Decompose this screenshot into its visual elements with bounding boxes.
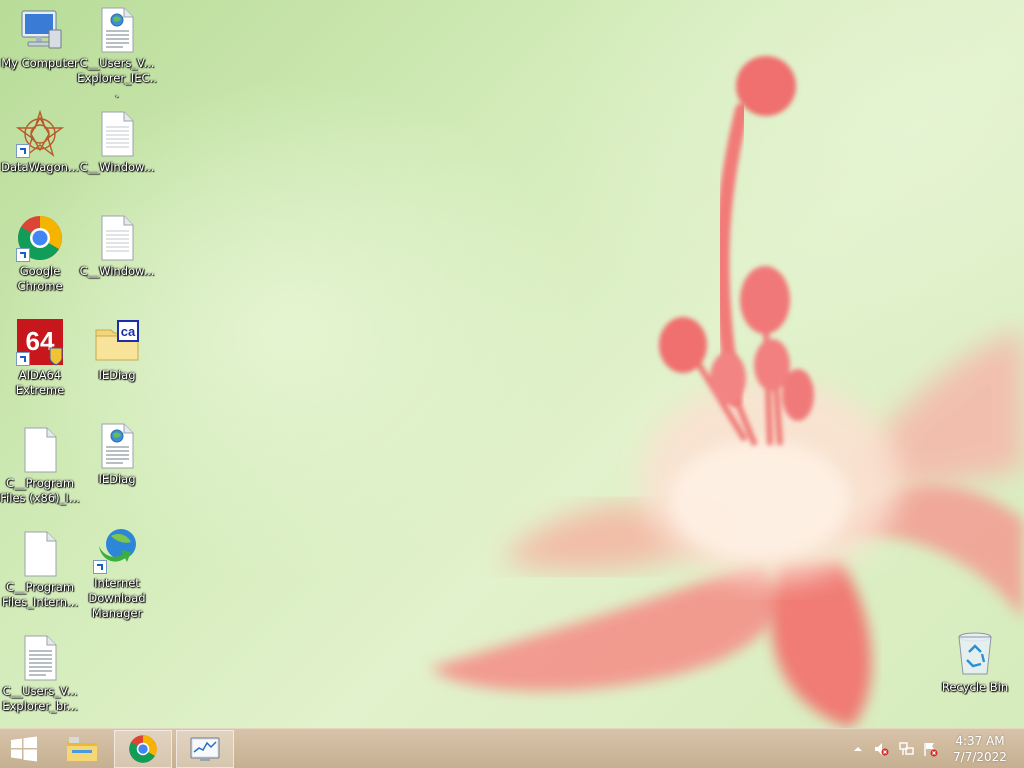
shortcut-arrow-icon [93,560,107,574]
desktop[interactable]: My Computer DataWagon... Google Chrome 6… [0,0,1024,728]
desktop-icon-label: My Computer [1,56,79,70]
text-file-icon [93,110,141,158]
desktop-icon-file-users-explorer-iec[interactable]: C__Users_V... Explorer_IEC... [77,6,157,101]
blank-file-icon [16,530,64,578]
desktop-icon-label: AIDA64 Extreme [15,368,65,397]
desktop-icon-internet-download-manager[interactable]: Internet Download Manager [77,526,157,621]
desktop-icon-file-program-files-intern[interactable]: C__Program Files_Intern... [0,530,80,610]
datawagon-star-icon [15,109,65,158]
network-icon[interactable] [898,741,914,757]
desktop-icon-file-windows-2[interactable]: C__Window... [77,214,157,279]
desktop-icon-iediag-folder[interactable]: ca IEDiag [77,318,157,383]
clock-time: 4:37 AM [955,734,1005,748]
desktop-icon-aida64[interactable]: 64 AIDA64 Extreme [0,318,80,398]
file-explorer-icon [67,737,97,761]
desktop-icon-label: C__Window... [79,160,155,174]
windows-logo-icon [11,736,37,762]
desktop-icon-file-program-files-x86[interactable]: C__Program Files (x86)_I... [0,426,80,506]
shortcut-arrow-icon [16,352,30,366]
aida64-icon: 64 [16,318,64,366]
desktop-icon-iediag-document[interactable]: IEDiag [77,422,157,487]
desktop-icon-recycle-bin[interactable]: Recycle Bin [935,630,1015,695]
desktop-icon-label: IEDiag [98,368,136,382]
taskbar: 4:37 AM 7/7/2022 [0,728,1024,768]
desktop-icon-label: DataWagon... [1,160,79,174]
desktop-icon-label: C__Users_V... Explorer_br... [2,684,78,713]
idm-globe-icon [93,526,141,574]
folder-icon: ca [93,318,141,366]
action-center-flag-icon[interactable] [922,741,938,757]
desktop-icon-label: C__Users_V... Explorer_IEC... [77,56,157,100]
shortcut-arrow-icon [16,248,30,262]
blank-file-icon [16,426,64,474]
desktop-icon-file-windows-1[interactable]: C__Window... [77,110,157,175]
computer-icon [16,6,64,54]
start-button[interactable] [0,730,48,768]
desktop-icon-label: C__Program Files_Intern... [1,580,79,609]
taskbar-chrome[interactable] [114,730,172,768]
text-file-icon [16,634,64,682]
iediag-badge: ca [121,324,136,339]
desktop-icon-file-users-explorer-br[interactable]: C__Users_V... Explorer_br... [0,634,80,714]
show-hidden-icons-chevron[interactable] [850,741,866,757]
recycle-bin-icon [951,630,999,678]
desktop-icon-label: C__Program Files (x86)_I... [0,476,80,505]
speaker-muted-icon[interactable] [873,741,889,757]
desktop-icon-label: Internet Download Manager [88,576,146,620]
taskbar-performance-monitor[interactable] [176,730,234,768]
desktop-icon-my-computer[interactable]: My Computer [0,6,80,71]
desktop-icon-label: IEDiag [98,472,136,486]
clock-date: 7/7/2022 [953,750,1007,764]
desktop-icon-label: Recycle Bin [941,680,1009,694]
web-document-icon [93,6,141,54]
taskbar-file-explorer[interactable] [56,730,108,768]
desktop-icon-label: Google Chrome [17,264,63,293]
shortcut-arrow-icon [16,144,30,158]
chrome-icon [16,214,64,262]
desktop-icon-label: C__Window... [79,264,155,278]
desktop-icon-google-chrome[interactable]: Google Chrome [0,214,80,294]
web-document-icon [93,422,141,470]
text-file-icon [93,214,141,262]
system-clock[interactable]: 4:37 AM 7/7/2022 [948,733,1012,765]
chrome-icon [129,735,157,763]
desktop-icon-datawagon[interactable]: DataWagon... [0,109,80,175]
performance-monitor-icon [190,737,220,761]
